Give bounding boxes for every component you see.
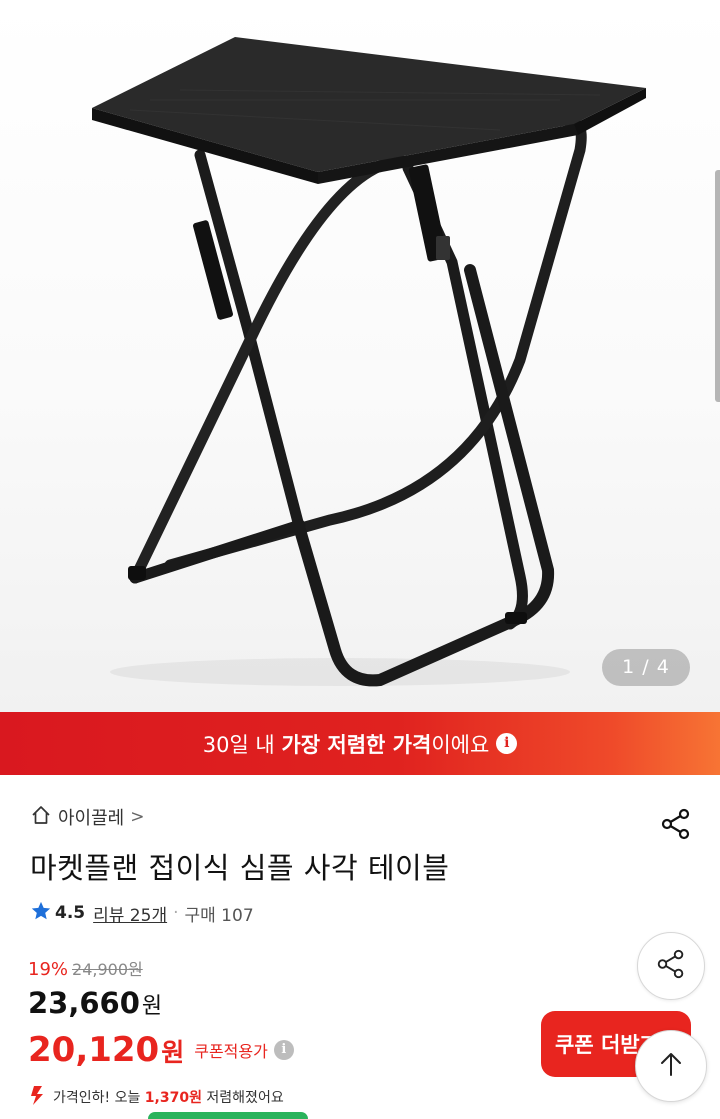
- banner-highlight: 가장 저렴한 가격: [281, 732, 432, 757]
- coupon-price: 20,120원: [28, 1030, 184, 1070]
- sale-price-unit: 원: [141, 994, 163, 1019]
- banner-suffix: 이에요: [431, 732, 490, 757]
- product-image[interactable]: [0, 0, 720, 712]
- chevron-right-icon: >: [130, 807, 145, 827]
- store-name: 아이끌레: [58, 808, 125, 829]
- share-icon: [654, 947, 688, 985]
- discount-percent: 19%: [28, 959, 69, 980]
- info-icon[interactable]: i: [273, 1040, 294, 1060]
- review-count-link[interactable]: 리뷰 25개: [93, 901, 167, 926]
- star-icon: [30, 900, 52, 927]
- price-drop-prefix: 가격인하! 오늘: [53, 1090, 145, 1106]
- green-tag: [148, 1112, 308, 1119]
- purchase-count: 구매 107: [184, 905, 254, 926]
- share-button[interactable]: [637, 932, 705, 1000]
- info-icon[interactable]: i: [496, 733, 518, 754]
- sale-price-value: 23,660: [28, 986, 140, 1020]
- scroll-top-button[interactable]: [635, 1030, 707, 1102]
- coupon-price-row: 20,120원 쿠폰적용가 i: [28, 1030, 294, 1070]
- coupon-price-value: 20,120: [28, 1030, 160, 1070]
- price-drop-amount: 1,370원: [144, 1090, 202, 1106]
- share-icon[interactable]: [658, 806, 694, 842]
- down-arrow-icon: [28, 1084, 48, 1110]
- product-title: 마켓플랜 접이식 심플 사각 테이블: [30, 851, 450, 885]
- store-link[interactable]: 아이끌레 >: [30, 803, 145, 831]
- coupon-price-label: 쿠폰적용가: [194, 1042, 268, 1061]
- discount-row: 19% 24,900원: [28, 956, 143, 980]
- separator-dot: ·: [173, 903, 179, 923]
- rating-row: 4.5 리뷰 25개 · 구매 107: [30, 900, 254, 926]
- image-page-counter: 1 / 4: [602, 649, 690, 686]
- page-scrollbar[interactable]: [715, 170, 720, 402]
- coupon-price-unit: 원: [161, 1038, 185, 1067]
- sale-price: 23,660원: [28, 986, 162, 1020]
- rating-score: 4.5: [55, 903, 86, 923]
- lowest-price-banner[interactable]: 30일 내 가장 저렴한 가격 이에요 i: [0, 712, 720, 775]
- price-drop-suffix: 저렴해졌어요: [201, 1090, 284, 1106]
- home-icon: [30, 804, 52, 831]
- price-drop-notice: 가격인하! 오늘 1,370원 저렴해졌어요: [28, 1084, 284, 1110]
- arrow-up-icon: [656, 1049, 686, 1083]
- product-image-gallery[interactable]: 1 / 4: [0, 0, 720, 712]
- banner-prefix: 30일 내: [202, 732, 282, 757]
- original-price: 24,900원: [72, 960, 143, 979]
